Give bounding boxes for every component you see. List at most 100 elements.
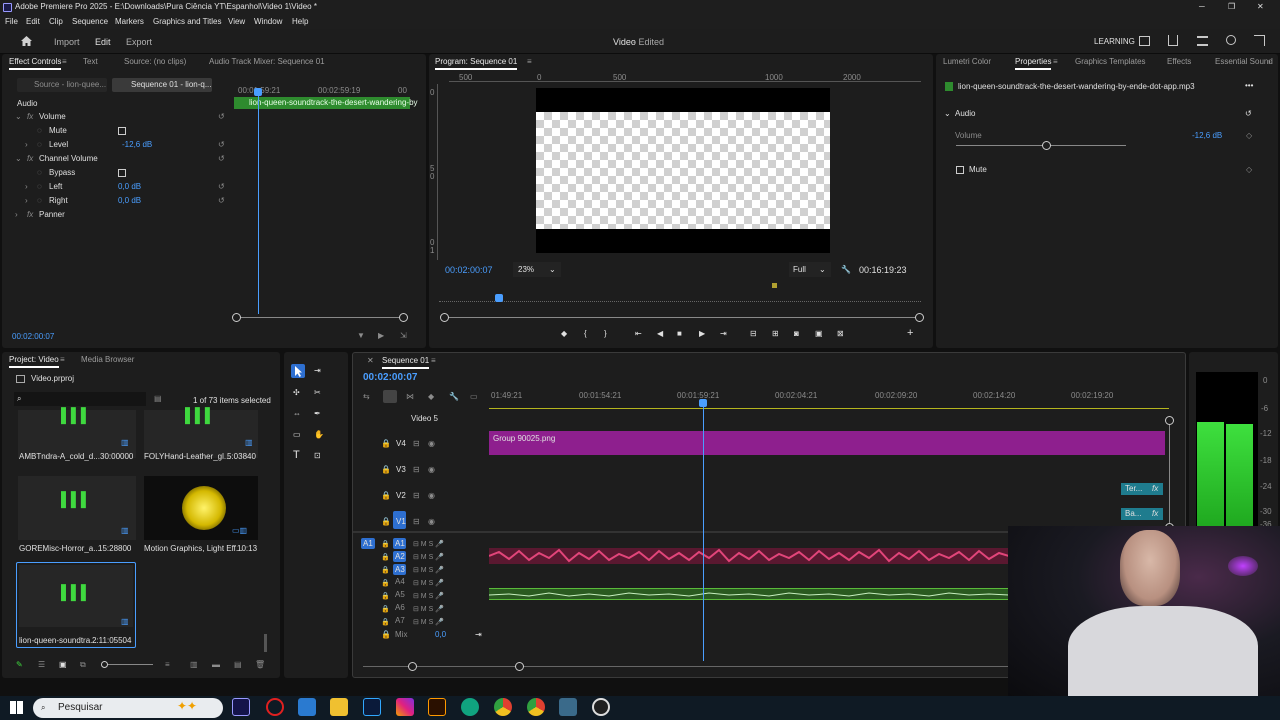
close-button[interactable]: ✕ (1257, 2, 1264, 12)
opera-taskbar-icon[interactable] (266, 698, 284, 716)
audio-track-controls[interactable]: 🔒 ⊟ M S 🎤 🔒 ⊟ M S 🎤 🔒 ⊟ M S 🎤 🔒 ⊟ M S 🎤 🔒 ⊟ M… (381, 538, 471, 626)
menu-markers[interactable]: Markers (115, 17, 144, 27)
lock-icon[interactable]: 🔒 (381, 439, 391, 449)
audio-clip-a5[interactable] (489, 588, 1009, 600)
mark-in-icon[interactable]: { (584, 329, 587, 339)
selection-tool-icon[interactable] (291, 364, 305, 378)
stopwatch-icon[interactable]: ◌ (37, 182, 42, 192)
export-icon[interactable]: ⇲ (400, 331, 407, 341)
volume-slider-track[interactable] (956, 145, 1126, 146)
lock-icon[interactable]: 🔒 (381, 465, 391, 475)
taskbar-search[interactable]: ⌕ Pesquisar ✦✦ (33, 698, 223, 718)
chrome-taskbar-icon-2[interactable] (527, 698, 545, 716)
vr-icon[interactable]: ⊠ (837, 329, 844, 339)
add-button-icon[interactable]: + (907, 328, 913, 339)
step-back-icon[interactable]: ◀ (657, 329, 663, 339)
sync-lock-icon[interactable]: ⊟ (413, 517, 420, 527)
automate-icon[interactable]: ▥ (190, 660, 198, 670)
level-value[interactable]: -12,6 dB (122, 140, 152, 150)
tab-text[interactable]: Text (83, 54, 98, 70)
audio-clip-bar[interactable]: lion-queen-soundtrack-the-desert-wanderi… (234, 97, 418, 109)
quality-select[interactable]: Full ⌄ (789, 262, 831, 277)
zoom-handle[interactable] (915, 313, 924, 322)
edit-tab[interactable]: Edit (95, 37, 111, 47)
video-frame[interactable] (536, 88, 830, 253)
timeline-ruler[interactable] (489, 403, 1169, 409)
extract-icon[interactable]: ⊞ (772, 329, 779, 339)
right-value[interactable]: 0,0 dB (118, 196, 141, 206)
project-search[interactable]: ⌕ (14, 392, 146, 406)
add-marker-icon[interactable]: ◆ (561, 329, 567, 339)
timeline-vscroll[interactable] (1169, 419, 1170, 527)
hscroll-handle[interactable] (408, 662, 417, 671)
tab-menu-icon[interactable]: ≡ (1053, 54, 1058, 70)
scroll-bar[interactable] (444, 317, 920, 318)
type-tool-icon[interactable]: T (293, 450, 300, 461)
stopwatch-icon[interactable]: ◌ (37, 196, 42, 206)
project-scrollbar[interactable] (264, 634, 267, 652)
camera-icon[interactable]: ◙ (794, 329, 799, 339)
eye-icon[interactable]: ◉ (428, 491, 435, 501)
explorer-taskbar-icon[interactable] (298, 698, 316, 716)
reset-icon[interactable]: ↺ (218, 182, 225, 192)
project-item[interactable]: ▭▥ (144, 476, 258, 540)
lock-icon[interactable]: 🔒 (381, 491, 391, 501)
menu-sequence[interactable]: Sequence (72, 17, 108, 27)
reset-icon[interactable]: ↺ (218, 140, 225, 150)
tab-effect-controls[interactable]: Effect Controls (9, 54, 62, 70)
panels-icon[interactable] (1197, 36, 1208, 46)
step-forward-icon[interactable]: ▶ (699, 329, 705, 339)
menu-window[interactable]: Window (254, 17, 282, 27)
zoom-handle[interactable] (399, 313, 408, 322)
reset-icon[interactable]: ↺ (218, 154, 225, 164)
workspaces-icon[interactable] (1139, 36, 1150, 46)
tab-lumetri[interactable]: Lumetri Color (943, 54, 991, 70)
lift-icon[interactable]: ⊟ (750, 329, 757, 339)
chrome-taskbar-icon[interactable] (494, 698, 512, 716)
chatgpt-taskbar-icon[interactable] (461, 698, 479, 716)
tab-menu-icon[interactable]: ≡ (431, 353, 436, 369)
hand-tool-icon[interactable]: ✋ (314, 430, 324, 440)
reset-icon[interactable]: ↺ (1245, 109, 1252, 119)
ripple-edit-tool-icon[interactable]: ✣ (293, 388, 300, 398)
vscroll-handle[interactable] (1165, 416, 1174, 425)
expand-arrow[interactable]: ⌄ (15, 112, 22, 122)
filter-icon[interactable]: ▼ (357, 331, 365, 341)
tab-project[interactable]: Project: Video (9, 352, 59, 368)
wrench-icon[interactable]: 🔧 (841, 265, 851, 275)
expand-arrow[interactable]: ⌄ (944, 109, 951, 119)
search-icon[interactable] (1226, 35, 1236, 45)
ec-zoom-bar[interactable] (236, 317, 404, 318)
lock-icon[interactable]: 🔒 (381, 630, 391, 640)
caption-tool-icon[interactable]: ⊡ (314, 451, 321, 461)
photoshop-taskbar-icon[interactable] (363, 698, 381, 716)
zoom-handle[interactable] (232, 313, 241, 322)
go-to-out-icon[interactable]: ⇥ (720, 329, 727, 339)
calculator-taskbar-icon[interactable] (559, 698, 577, 716)
pen-tool-icon[interactable]: ✒ (314, 409, 321, 419)
sort-icon[interactable]: ≡ (165, 660, 170, 670)
reset-icon[interactable]: ↺ (218, 196, 225, 206)
project-item[interactable]: ▌▌▌ ▥ (18, 476, 136, 540)
menu-help[interactable]: Help (292, 17, 308, 27)
new-item-icon[interactable]: ▤ (234, 660, 242, 670)
new-bin-icon[interactable]: ▤ (154, 394, 162, 404)
tab-audio-track-mixer[interactable]: Audio Track Mixer: Sequence 01 (209, 54, 325, 70)
project-item[interactable]: ▌▌▌ ▥ (18, 408, 136, 458)
expand-arrow[interactable]: › (25, 196, 28, 206)
close-sequence-icon[interactable]: ✕ (367, 353, 374, 369)
pencil-icon[interactable]: ✎ (16, 660, 23, 670)
compare-icon[interactable]: ▣ (815, 329, 823, 339)
go-to-end-icon[interactable]: ⇥ (475, 630, 482, 640)
eye-icon[interactable]: ◉ (428, 517, 435, 527)
fullscreen-icon[interactable] (1254, 35, 1265, 46)
linked-selection-icon[interactable]: ⋈ (406, 392, 414, 402)
minimize-button[interactable]: ─ (1199, 2, 1205, 12)
captions-icon[interactable]: ▭ (470, 392, 478, 402)
obs-taskbar-icon[interactable] (592, 698, 610, 716)
expand-arrow[interactable]: › (15, 210, 18, 220)
add-marker-icon[interactable]: ◆ (428, 392, 434, 402)
thumb-size-handle[interactable] (101, 661, 108, 668)
tab-effects[interactable]: Effects (1167, 54, 1191, 70)
ec-timecode[interactable]: 00:02:00:07 (12, 332, 54, 342)
